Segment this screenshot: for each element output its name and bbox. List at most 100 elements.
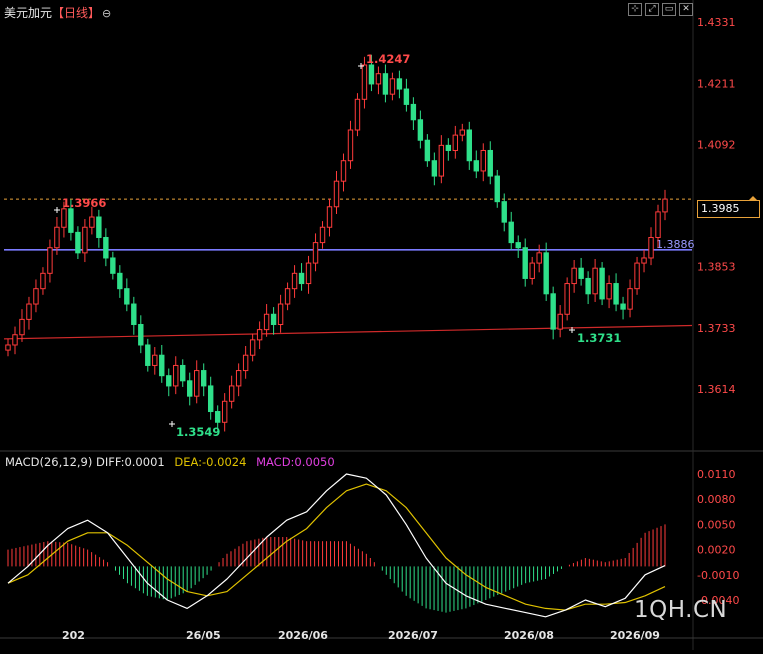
candle-body (110, 257, 116, 274)
candle-body (515, 242, 521, 249)
candle-body (5, 344, 11, 351)
candle-body (480, 149, 486, 172)
candle-body (305, 262, 312, 285)
early-high-annotation-marker (54, 207, 60, 213)
candle-body (375, 73, 382, 85)
candle-body (543, 252, 549, 295)
macd-dea-line (7, 483, 666, 611)
candle-body (564, 283, 570, 315)
chart-header: 美元加元【日线】 ⊖ (4, 4, 111, 21)
candle-body (117, 272, 123, 290)
candle-body (284, 288, 291, 305)
candle-body (82, 226, 88, 254)
candle-body (75, 231, 81, 254)
candle-body (445, 144, 452, 151)
low-annotation-marker (169, 421, 175, 427)
x-axis-label: 2026/06 (278, 629, 328, 642)
candle-body (424, 139, 431, 162)
low-annotation: 1.3549 (176, 425, 220, 439)
candle-body (501, 201, 507, 223)
candle-body (578, 267, 584, 279)
candle-body (89, 216, 95, 228)
last-price-tag: 1.3985 (697, 200, 760, 218)
macd-tick-label: 0.0110 (697, 468, 736, 481)
candle-body (298, 272, 305, 285)
macd-tick-label: 0.0080 (697, 493, 736, 506)
candle-body (620, 303, 626, 310)
candle-body (494, 175, 500, 203)
candle-body (466, 129, 472, 162)
candle-body (166, 375, 172, 387)
horizontal-level-label: 1.3886 (656, 238, 695, 251)
window-icon[interactable]: ▭ (662, 3, 676, 16)
later-low-annotation: 1.3731 (577, 331, 621, 345)
candle-body (270, 313, 277, 326)
candle-body (131, 303, 137, 326)
candle-body (207, 385, 214, 413)
high-annotation: 1.4247 (366, 52, 410, 66)
interval-label[interactable]: 【日线】 (52, 6, 100, 20)
candle-body (417, 119, 424, 141)
candle-body (634, 262, 640, 290)
macd-header: MACD(26,12,9) DIFF:0.0001 DEA:-0.0024 MA… (5, 455, 335, 469)
window-toolbar: ⊹ ⤢ ▭ ✕ (628, 3, 693, 16)
candle-body (648, 236, 654, 259)
candle-body (54, 226, 60, 249)
close-icon[interactable]: ✕ (679, 3, 693, 16)
candle-body (235, 370, 242, 387)
x-axis-label: 26/05 (186, 629, 221, 642)
candle-body (291, 272, 298, 290)
candle-body (641, 257, 647, 264)
collapse-toggle-icon[interactable]: ⊖ (102, 7, 111, 20)
candle-body (152, 354, 158, 366)
candle-body (319, 226, 326, 244)
candle-body (438, 144, 445, 177)
candle-body (487, 149, 493, 177)
candle-body (249, 339, 256, 356)
x-axis-label: 2026/07 (388, 629, 438, 642)
price-tick-label: 1.4092 (697, 138, 736, 151)
candle-body (536, 252, 542, 264)
price-tick-label: 1.4211 (697, 77, 736, 90)
instrument-name: 美元加元 (4, 6, 53, 20)
chart-svg: 1.4331 1.4211 1.4092 1.3853 1.3733 1.3614 0.01… (0, 0, 763, 650)
candle-body (180, 364, 186, 382)
candle-body (403, 88, 410, 105)
candle-body (228, 385, 235, 402)
candle-body (340, 160, 347, 182)
x-axis-label: 2026/08 (504, 629, 554, 642)
candle-body (103, 236, 109, 259)
candle-body (431, 160, 438, 177)
macd-tick-label: -0.0010 (697, 569, 739, 582)
candle-body (214, 411, 221, 423)
candle-body (33, 288, 39, 305)
macd-tick-label: 0.0020 (697, 544, 736, 557)
candle-body (585, 277, 591, 295)
candle-body (389, 78, 396, 95)
macd-diff-line (7, 473, 666, 618)
candle-body (124, 288, 130, 305)
candle-body (19, 318, 25, 336)
crosshair-icon[interactable]: ⊹ (628, 3, 642, 16)
price-tick-label: 1.3853 (697, 261, 736, 274)
macd-tick-label: 0.0050 (697, 518, 736, 531)
candle-body (256, 329, 263, 341)
x-axis-label: 202 (62, 629, 85, 642)
candle-body (361, 64, 368, 100)
macd-title: MACD(26,12,9) (5, 455, 93, 469)
candle-body (382, 73, 389, 95)
expand-icon[interactable]: ⤢ (645, 3, 659, 16)
candle-body (40, 272, 46, 290)
candle-body (194, 370, 200, 397)
candle-body (627, 288, 633, 310)
candle-body (138, 324, 144, 346)
watermark: 1QH.CN (634, 597, 728, 623)
price-tick-label: 1.3733 (697, 322, 736, 335)
early-high-annotation: 1.3966 (62, 196, 106, 210)
candle-body (473, 160, 479, 172)
candle-body (592, 267, 598, 295)
candle-body (201, 370, 207, 387)
candle-body (368, 64, 375, 85)
candle-body (613, 283, 619, 305)
candle-body (655, 211, 661, 238)
